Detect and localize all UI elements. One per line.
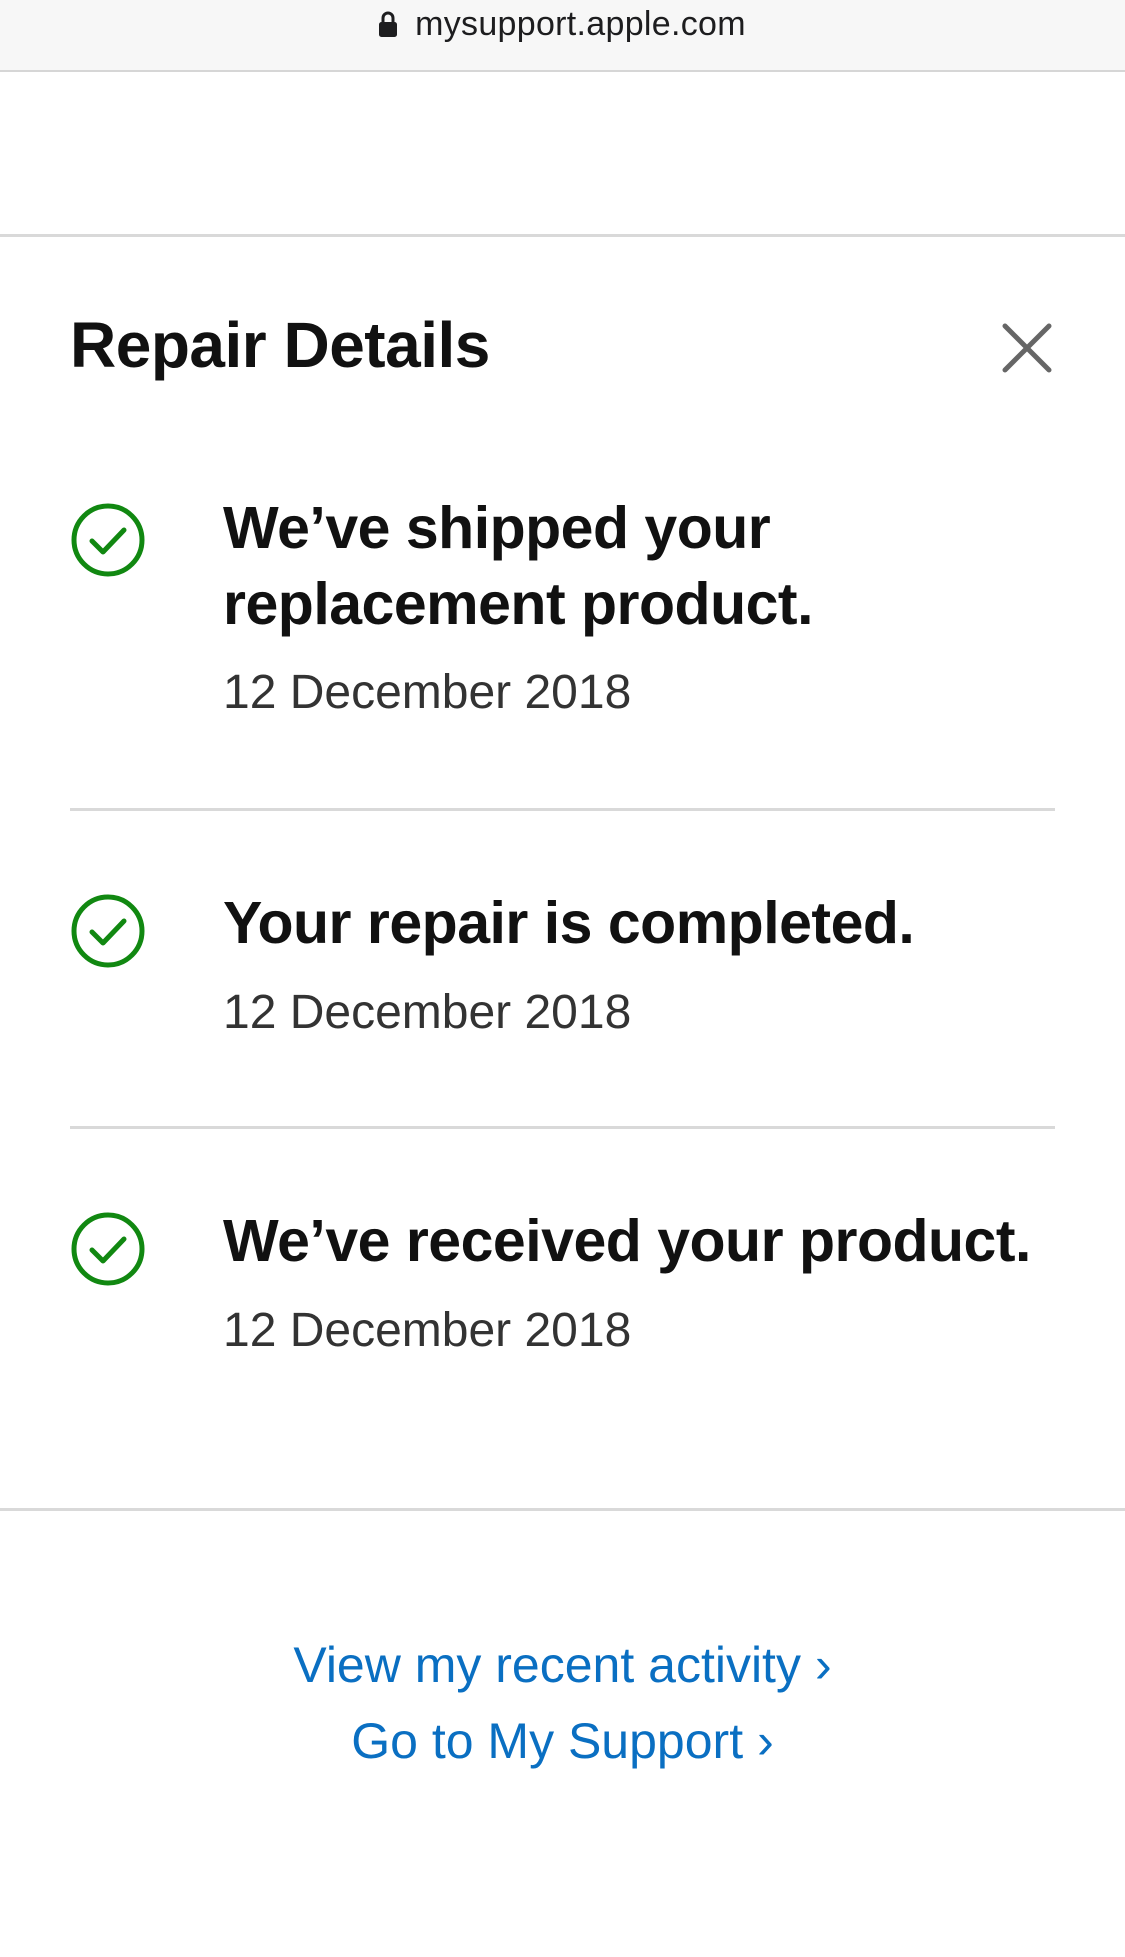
page-header: Repair Details: [70, 300, 1055, 390]
browser-url-bar[interactable]: mysupport.apple.com: [0, 0, 1125, 72]
check-circle-icon: [70, 893, 146, 969]
step-date: 12 December 2018: [223, 1304, 632, 1357]
chevron-right-icon: ›: [814, 1637, 832, 1693]
link-label: View my recent activity: [293, 1637, 801, 1693]
lock-icon: [379, 11, 398, 37]
step-divider: [70, 1126, 1055, 1129]
go-to-my-support-link[interactable]: Go to My Support ›: [0, 1712, 1125, 1770]
step-title: We’ve received your product.: [223, 1208, 1031, 1274]
top-divider: [0, 234, 1125, 237]
chevron-right-icon: ›: [757, 1713, 774, 1769]
bottom-divider: [0, 1508, 1125, 1511]
close-button[interactable]: [999, 320, 1055, 376]
view-recent-activity-link[interactable]: View my recent activity ›: [0, 1636, 1125, 1694]
link-label: Go to My Support: [351, 1713, 744, 1769]
check-circle-icon: [70, 1211, 146, 1287]
page-title: Repair Details: [70, 309, 490, 381]
step-date: 12 December 2018: [223, 666, 632, 719]
step-title: Your repair is completed.: [223, 890, 915, 956]
close-icon: [1002, 323, 1052, 373]
step-title: We’ve shipped your replacement product.: [223, 495, 813, 637]
step-divider: [70, 808, 1055, 811]
url-text: mysupport.apple.com: [415, 4, 746, 43]
step-date: 12 December 2018: [223, 986, 632, 1039]
check-circle-icon: [70, 502, 146, 578]
